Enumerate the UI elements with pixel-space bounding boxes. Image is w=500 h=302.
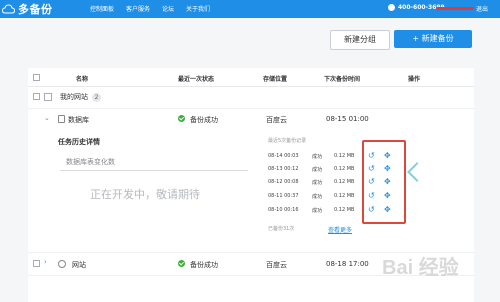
history-status: 成功 (312, 208, 323, 214)
history-time: 08-10 00:16 (268, 207, 299, 213)
history-status: 成功 (312, 194, 323, 200)
new-group-button[interactable]: 新建分组 (330, 30, 390, 50)
watermark-logo: Bai 经验 (382, 255, 459, 279)
redacted-username[interactable] (436, 7, 474, 10)
history-time: 08-14 00:03 (268, 153, 299, 159)
history-total: 已备份31次 (268, 226, 295, 232)
nav-service[interactable]: 客户服务 (126, 4, 150, 13)
nav-forum[interactable]: 论坛 (162, 4, 174, 13)
move-icon[interactable]: ✥ (384, 205, 391, 214)
nav-dashboard[interactable]: 控制面板 (90, 4, 114, 13)
metric-select-placeholder: 数据库表变化数 (66, 158, 115, 166)
group-checkbox[interactable] (33, 93, 40, 100)
history-time: 08-13 00:12 (268, 166, 299, 172)
row-status: 备份成功 (190, 116, 218, 124)
group-count-badge: 2 (92, 93, 101, 102)
select-all-checkbox[interactable] (33, 74, 40, 81)
history-size: 0.12 MB (334, 179, 355, 185)
phone-icon (388, 4, 395, 11)
logo[interactable]: 多备份 (2, 2, 53, 16)
table-header: 名称 最近一次状态 存储位置 下次备份时间 操作 (28, 68, 474, 87)
move-icon[interactable]: ✥ (384, 177, 391, 186)
header-name: 名称 (76, 76, 89, 83)
row-storage: 百度云 (266, 261, 287, 269)
dev-message: 正在开发中，敬请期待 (90, 188, 200, 201)
view-more-link[interactable]: 查看更多 (328, 225, 352, 234)
restore-icon[interactable]: ↺ (368, 151, 375, 160)
header-next-time: 下次备份时间 (324, 76, 361, 83)
success-icon (178, 260, 185, 267)
history-size: 0.12 MB (334, 193, 355, 199)
logo-text: 多备份 (18, 3, 53, 16)
database-icon (58, 115, 65, 123)
cloud-icon (2, 4, 15, 14)
history-size: 0.12 MB (334, 153, 355, 159)
restore-icon[interactable]: ↺ (368, 177, 375, 186)
history-status: 成功 (312, 154, 323, 160)
watermark-text: Bai 经验 (382, 255, 459, 279)
move-icon[interactable]: ✥ (384, 151, 391, 160)
collapse-toggle-icon[interactable] (44, 93, 52, 101)
chevron-right-icon[interactable]: › (44, 258, 47, 266)
row-name[interactable]: 网站 (72, 260, 86, 270)
history-size: 0.12 MB (334, 207, 355, 213)
move-icon[interactable]: ✥ (384, 164, 391, 173)
row-next-time: 08-15 01:00 (326, 115, 369, 123)
row-checkbox[interactable] (33, 260, 40, 267)
globe-icon (58, 260, 66, 268)
main-nav: 控制面板 客户服务 论坛 关于我们 (90, 4, 210, 13)
group-name: 我的网站 2 (60, 92, 101, 102)
restore-icon[interactable]: ↺ (368, 164, 375, 173)
task-history-title: 任务历史详情 (58, 138, 100, 146)
group-row[interactable]: 我的网站 2 (28, 86, 474, 109)
history-time: 08-11 00:37 (268, 193, 299, 199)
success-icon (178, 115, 185, 122)
header-actions: 操作 (408, 76, 421, 83)
restore-icon[interactable]: ↺ (368, 191, 375, 200)
chevron-down-icon[interactable]: ⌄ (44, 114, 50, 122)
restore-icon[interactable]: ↺ (368, 205, 375, 214)
logout-link[interactable]: 退出 (476, 4, 488, 13)
history-heading: 最近5次备份记录 (268, 138, 307, 144)
history-time: 08-12 00:08 (268, 179, 299, 185)
top-nav-bar: 多备份 控制面板 客户服务 论坛 关于我们 400-600-3699 退出 (0, 0, 500, 18)
group-name-text: 我的网站 (60, 93, 88, 101)
move-icon[interactable]: ✥ (384, 191, 391, 200)
row-status: 备份成功 (190, 261, 218, 269)
table-row[interactable]: ⌄ 数据库 备份成功 百度云 08-15 01:00 (28, 108, 474, 131)
header-storage: 存储位置 (263, 76, 288, 83)
new-backup-button[interactable]: + 新建备份 (394, 30, 472, 48)
row-storage: 百度云 (266, 116, 287, 124)
nav-about[interactable]: 关于我们 (186, 4, 210, 13)
history-status: 成功 (312, 167, 323, 173)
history-status: 成功 (312, 180, 323, 186)
metric-select[interactable]: 数据库表变化数 (60, 152, 248, 171)
history-size: 0.12 MB (334, 166, 355, 172)
row-name[interactable]: 数据库 (68, 115, 89, 125)
header-last-status: 最近一次状态 (178, 76, 215, 83)
row-next-time: 08-18 17:00 (326, 260, 369, 268)
